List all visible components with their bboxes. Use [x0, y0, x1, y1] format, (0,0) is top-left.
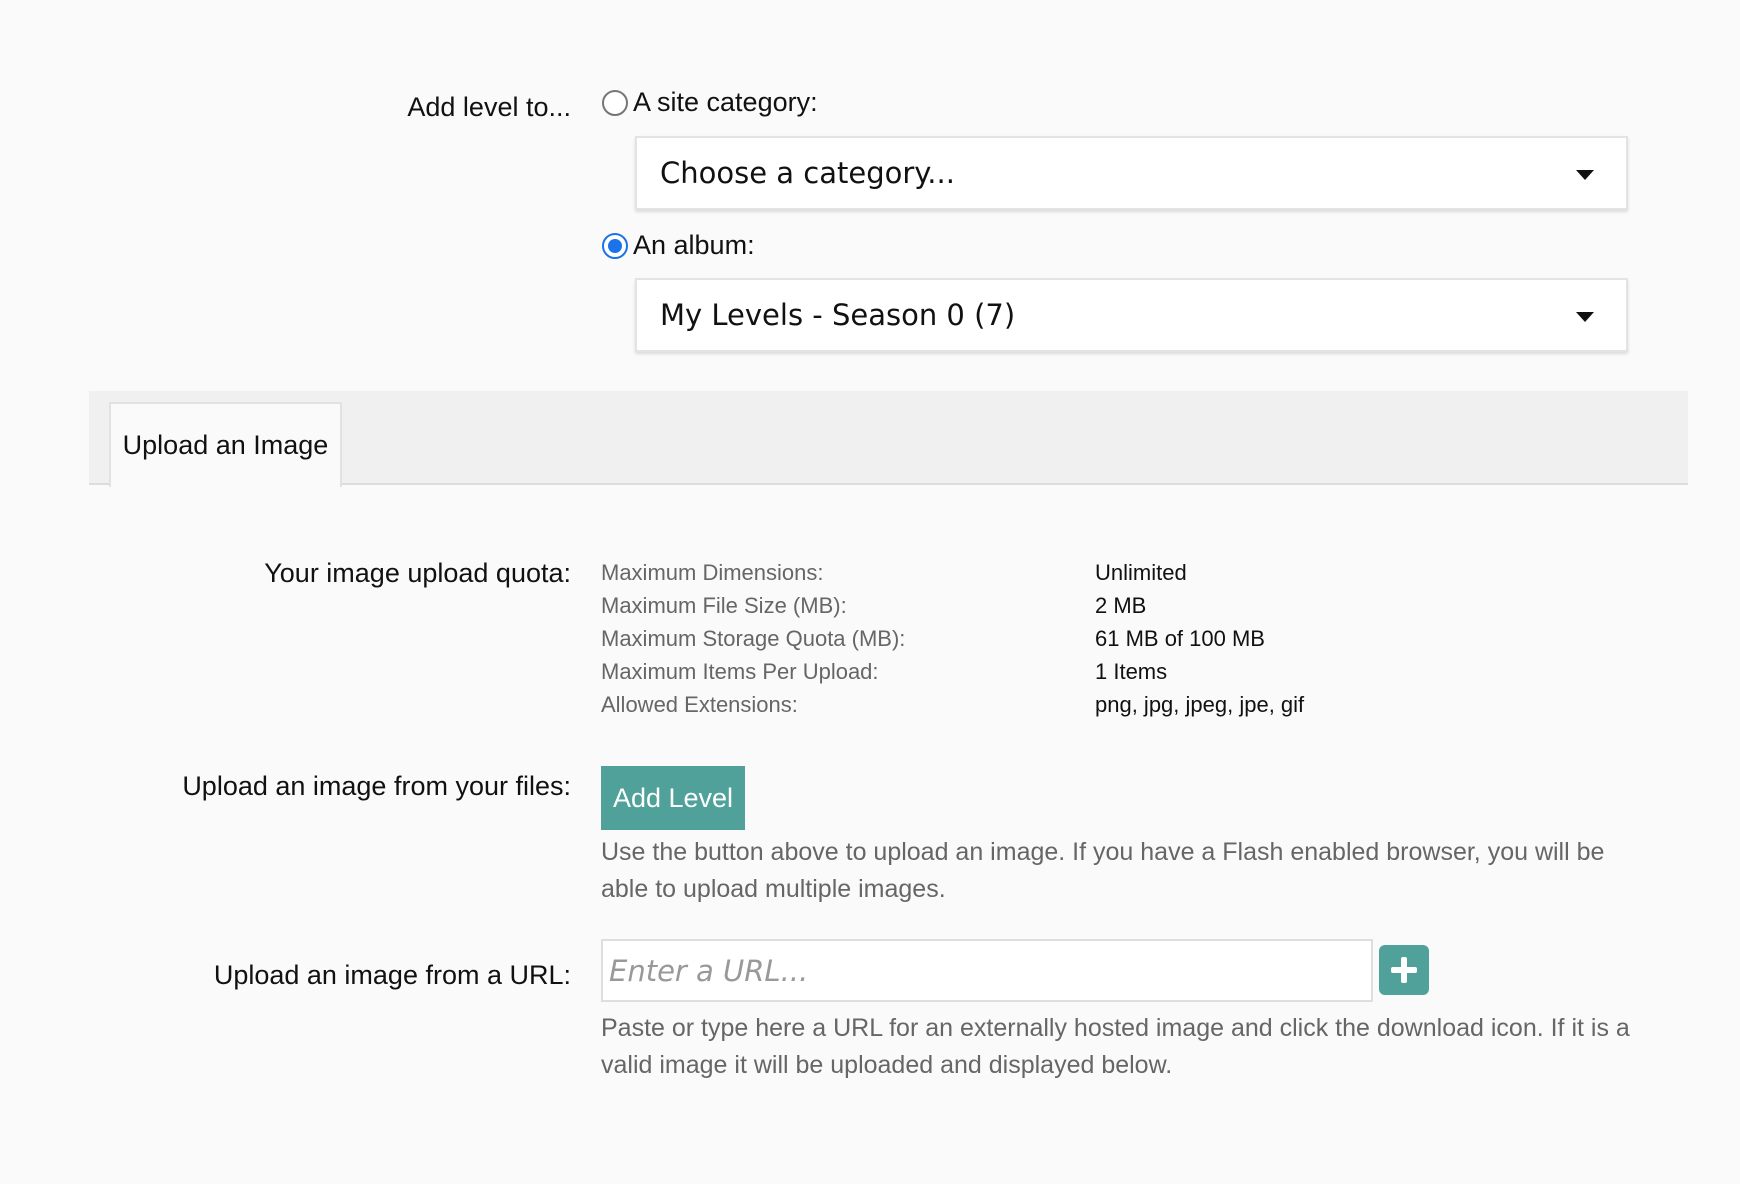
quota-value: 61 MB of 100 MB	[1095, 625, 1265, 651]
quota-row: Maximum Items Per Upload: 1 Items	[601, 655, 1304, 688]
site-category-option[interactable]: A site category:	[602, 87, 818, 118]
quota-value: png, jpg, jpeg, jpe, gif	[1095, 691, 1305, 717]
file-upload-label: Upload an image from your files:	[182, 771, 571, 801]
url-input-placeholder: Enter a URL...	[609, 953, 809, 988]
quota-value: Unlimited	[1095, 559, 1187, 585]
chevron-down-icon	[1576, 312, 1594, 322]
quota-key: Maximum Items Per Upload:	[601, 658, 879, 684]
add-level-button[interactable]: Add Level	[601, 766, 745, 830]
quota-row: Maximum File Size (MB): 2 MB	[601, 589, 1304, 622]
category-select-value: Choose a category...	[660, 156, 955, 190]
quota-key: Maximum Storage Quota (MB):	[601, 625, 906, 651]
quota-value: 1 Items	[1095, 658, 1168, 684]
album-radio[interactable]	[602, 232, 628, 259]
quota-value: 2 MB	[1095, 592, 1147, 618]
tab-upload-image[interactable]: Upload an Image	[109, 402, 342, 487]
album-option[interactable]: An album:	[602, 230, 755, 261]
category-select[interactable]: Choose a category...	[635, 136, 1628, 210]
chevron-down-icon	[1576, 170, 1594, 180]
url-upload-label: Upload an image from a URL:	[213, 960, 571, 990]
quota-key: Allowed Extensions:	[601, 691, 798, 717]
quota-label: Your image upload quota:	[264, 558, 571, 588]
site-category-radio[interactable]	[602, 89, 628, 116]
site-category-radio-label: A site category:	[633, 87, 818, 117]
album-select-value: My Levels - Season 0 (7)	[660, 298, 1016, 332]
quota-row: Maximum Dimensions: Unlimited	[601, 556, 1304, 589]
add-level-label: Add level to...	[407, 92, 571, 122]
quota-key: Maximum File Size (MB):	[601, 592, 847, 618]
album-select[interactable]: My Levels - Season 0 (7)	[635, 278, 1628, 352]
album-radio-label: An album:	[633, 230, 755, 260]
quota-key: Maximum Dimensions:	[601, 559, 824, 585]
url-input[interactable]: Enter a URL...	[601, 939, 1373, 1002]
tab-bar: Upload an Image	[89, 391, 1688, 487]
file-upload-help: Use the button above to upload an image.…	[601, 838, 1605, 903]
quota-row: Maximum Storage Quota (MB): 61 MB of 100…	[601, 622, 1304, 655]
quota-row: Allowed Extensions: png, jpg, jpeg, jpe,…	[601, 688, 1304, 721]
quota-table: Maximum Dimensions: Unlimited Maximum Fi…	[601, 556, 1304, 721]
plus-icon[interactable]	[1379, 945, 1429, 995]
url-upload-help: Paste or type here a URL for an external…	[601, 1014, 1630, 1079]
